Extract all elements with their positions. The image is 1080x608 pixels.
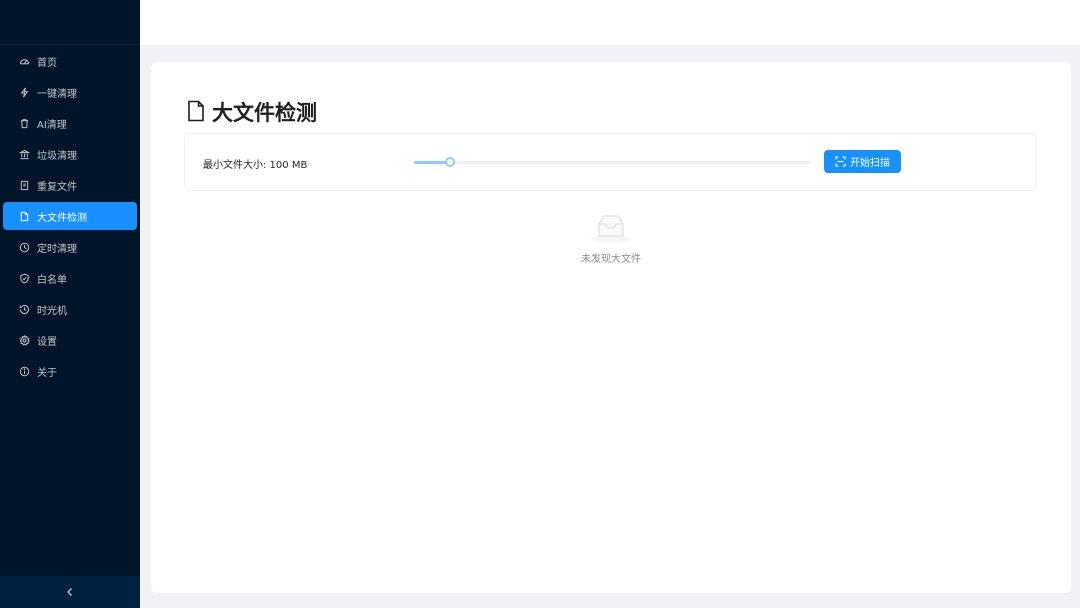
sidebar-logo-area (0, 0, 140, 45)
sidebar-item-label: 一键清理 (37, 88, 77, 100)
sidebar-item-label: 重复文件 (37, 181, 77, 193)
scan-icon (835, 156, 846, 167)
shield-icon (18, 272, 30, 284)
copy-file-icon (18, 179, 30, 191)
app-window: 首页 一键清理 AI清理 垃圾清理 重复文件 大文件检测 定时清理 白名单 时光… (0, 0, 1080, 608)
min-file-size-slider[interactable] (414, 156, 810, 168)
sidebar-item-one-click-clean[interactable]: 一键清理 (3, 78, 137, 106)
sidebar-item-label: 垃圾清理 (37, 150, 77, 162)
empty-state: 未发现大文件 (571, 212, 651, 265)
bank-icon (18, 148, 30, 160)
page-title-text: 大文件检测 (212, 101, 317, 125)
trash-icon (18, 117, 30, 129)
history-icon (18, 303, 30, 315)
thunderbolt-icon (18, 86, 30, 98)
sidebar-item-label: 白名单 (37, 274, 67, 286)
min-file-size-label: 最小文件大小: 100 MB (203, 160, 308, 171)
sidebar-item-large-file-detect[interactable]: 大文件检测 (3, 202, 137, 230)
sidebar-item-scheduled-clean[interactable]: 定时清理 (3, 233, 137, 261)
sidebar-item-label: 时光机 (37, 305, 67, 317)
slider-rail (414, 161, 810, 164)
info-icon (18, 365, 30, 377)
sidebar-item-time-machine[interactable]: 时光机 (3, 295, 137, 323)
gear-icon (18, 334, 30, 346)
sidebar-item-label: 设置 (37, 336, 57, 348)
sidebar-item-ai-clean[interactable]: AI清理 (3, 109, 137, 137)
empty-state-text: 未发现大文件 (581, 254, 641, 265)
sidebar-item-junk-clean[interactable]: 垃圾清理 (3, 140, 137, 168)
sidebar-collapse-button[interactable] (0, 576, 140, 608)
chevron-left-icon (67, 588, 72, 596)
main-content-card: 大文件检测 最小文件大小: 100 MB 开始扫描 未发现大文件 (151, 62, 1071, 593)
page-title: 大文件检测 (186, 97, 317, 127)
sidebar-item-label: 大文件检测 (37, 212, 87, 224)
sidebar-item-home[interactable]: 首页 (3, 47, 137, 75)
top-header (140, 0, 1080, 45)
clock-icon (18, 241, 30, 253)
sidebar-item-label: 关于 (37, 367, 57, 379)
start-scan-button[interactable]: 开始扫描 (824, 150, 901, 173)
sidebar-item-settings[interactable]: 设置 (3, 326, 137, 354)
sidebar-item-label: AI清理 (37, 119, 67, 131)
sidebar-item-whitelist[interactable]: 白名单 (3, 264, 137, 292)
empty-inbox-icon (591, 215, 631, 243)
sidebar-item-duplicate-files[interactable]: 重复文件 (3, 171, 137, 199)
sidebar-item-about[interactable]: 关于 (3, 357, 137, 385)
dashboard-icon (18, 55, 30, 67)
sidebar-menu: 首页 一键清理 AI清理 垃圾清理 重复文件 大文件检测 定时清理 白名单 时光… (0, 45, 140, 385)
start-scan-button-label: 开始扫描 (850, 158, 890, 169)
sidebar-item-label: 首页 (37, 57, 57, 69)
slider-handle[interactable] (444, 157, 455, 167)
scan-settings-card: 最小文件大小: 100 MB 开始扫描 (184, 133, 1037, 191)
file-icon (186, 100, 208, 124)
sidebar: 首页 一键清理 AI清理 垃圾清理 重复文件 大文件检测 定时清理 白名单 时光… (0, 0, 140, 608)
file-icon (18, 210, 30, 222)
sidebar-item-label: 定时清理 (37, 243, 77, 255)
